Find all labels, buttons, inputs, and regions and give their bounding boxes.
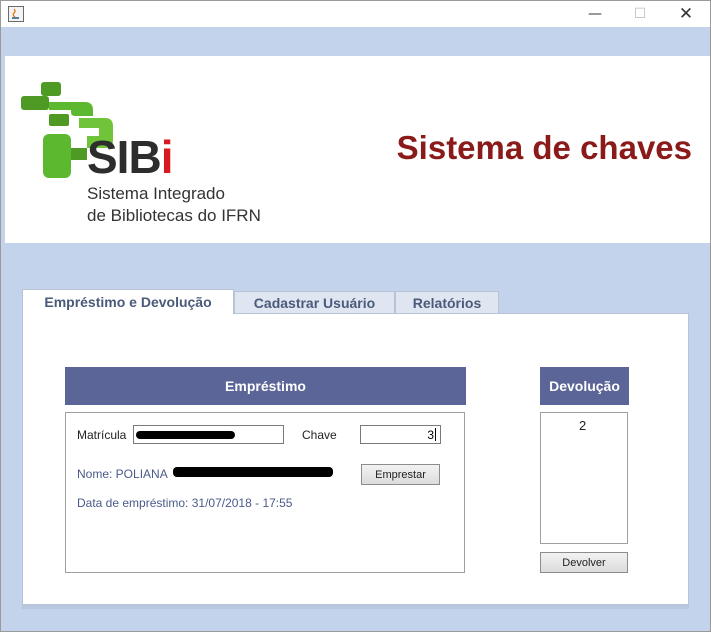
maximize-button[interactable]: ☐ [617, 1, 663, 27]
chave-value: 3 [427, 427, 434, 442]
devolucao-list-item[interactable]: 2 [579, 418, 586, 433]
tab-cadastrar-usuario[interactable]: Cadastrar Usuário [234, 291, 395, 313]
emprestar-button[interactable]: Emprestar [361, 464, 440, 485]
chave-label: Chave [302, 428, 337, 442]
devolucao-header: Devolução [540, 367, 629, 405]
close-button[interactable]: ✕ [663, 1, 709, 27]
logo-text: SIBi [87, 131, 173, 183]
title-bar: — ☐ ✕ [1, 1, 710, 27]
tab-relatorios[interactable]: Relatórios [395, 291, 499, 313]
app-title: Sistema de chaves [396, 129, 692, 166]
logo-subtitle-line2: de Bibliotecas do IFRN [87, 206, 261, 225]
emprestimo-header: Empréstimo [65, 367, 466, 405]
redaction-bar [136, 431, 235, 439]
app-window: — ☐ ✕ SIBi Sistema Integrado de Bibliote… [0, 0, 711, 632]
data-emprestimo-text: Data de empréstimo: 31/07/2018 - 17:55 [77, 496, 293, 510]
java-icon[interactable] [8, 6, 24, 22]
tab-panel-shadow [22, 605, 689, 609]
nome-text: Nome: POLIANA [77, 467, 168, 481]
devolver-button[interactable]: Devolver [540, 552, 628, 573]
minimize-button[interactable]: — [572, 1, 618, 27]
matricula-label: Matrícula [77, 428, 127, 442]
redaction-bar [173, 467, 333, 477]
logo-wordmark: SIBi [87, 130, 173, 184]
logo-subtitle-line1: Sistema Integrado [87, 184, 225, 203]
sibi-logo: SIBi Sistema Integrado de Bibliotecas do… [19, 80, 269, 230]
tab-emprestimo-devolucao[interactable]: Empréstimo e Devolução [22, 289, 234, 314]
text-caret [435, 428, 436, 441]
chave-input[interactable]: 3 [360, 425, 441, 444]
header-banner: SIBi Sistema Integrado de Bibliotecas do… [5, 56, 710, 243]
